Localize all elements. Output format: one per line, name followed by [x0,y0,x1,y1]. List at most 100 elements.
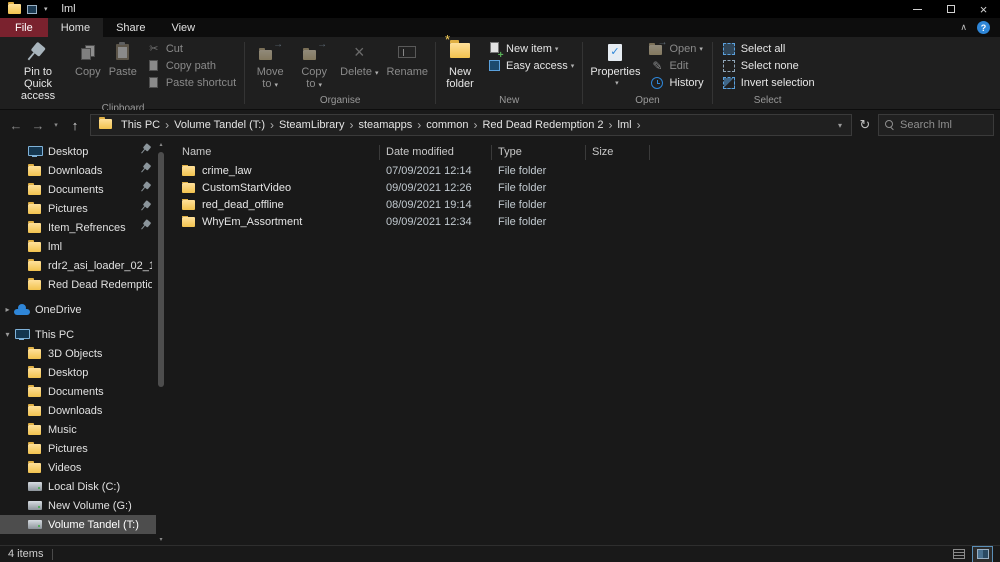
sidebar-item-pc-documents[interactable]: Documents [0,382,156,401]
folder-icon [182,166,195,176]
history-button[interactable]: History [644,74,708,91]
sidebar-item-desktop[interactable]: Desktop [0,142,156,161]
rename-button[interactable]: Rename [383,37,431,78]
expand-chevron-icon[interactable]: ▸ [2,305,13,314]
sidebar-item-lml[interactable]: lml [0,237,156,256]
new-folder-label: New folder [443,66,477,90]
breadcrumb-common[interactable]: common [421,119,473,131]
column-header-name[interactable]: Name [166,145,380,160]
sidebar-item-label: lml [48,241,152,253]
copy-to-button[interactable]: → Copy to▾ [293,37,335,92]
sidebar-item-red-dead-redemption-2[interactable]: Red Dead Redemption 2 [0,275,156,294]
back-button[interactable]: ← [6,114,26,136]
file-type: File folder [492,165,586,177]
group-label-organise: Organise [248,94,432,109]
breadcrumb-steamapps[interactable]: steamapps [353,119,417,131]
invert-selection-button[interactable]: Invert selection [716,74,820,91]
sidebar-item-pc-downloads[interactable]: Downloads [0,401,156,420]
sidebar-item-pictures[interactable]: Pictures [0,199,156,218]
refresh-button[interactable]: ↻ [854,114,876,136]
pin-to-quick-access-button[interactable]: Pin to Quick access [6,37,70,102]
recent-locations-chevron-icon[interactable]: ▾ [50,114,62,136]
new-folder-button[interactable]: * New folder [440,37,480,90]
qat-customize-chevron-icon[interactable]: ▾ [44,5,48,13]
tab-home[interactable]: Home [48,18,103,37]
sidebar-item-pc-desktop[interactable]: Desktop [0,363,156,382]
properties-button[interactable]: ✓ Properties ▾ [587,37,643,90]
column-header-date-modified[interactable]: Date modified [380,145,492,160]
breadcrumb-red-dead-redemption-2[interactable]: Red Dead Redemption 2 [477,119,608,131]
collapse-ribbon-icon[interactable]: ∧ [960,22,967,33]
copy-to-icon: → [303,44,325,60]
minimize-button[interactable] [901,0,934,18]
chevron-down-icon: ▾ [571,62,575,70]
qat-window-icon[interactable] [27,5,37,14]
breadcrumb-this-pc[interactable]: This PC [116,119,165,131]
ribbon-group-open: ✓ Properties ▾ → Open ▾ ✎ Edit [584,37,710,109]
file-row-crime-law[interactable]: crime_law 07/09/2021 12:14 File folder [166,162,1000,179]
easy-access-button[interactable]: Easy access ▾ [481,57,579,74]
cut-button[interactable]: ✂ Cut [141,40,241,57]
folder-icon [28,185,41,195]
sidebar-item-documents[interactable]: Documents [0,180,156,199]
sidebar-item-label: rdr2_asi_loader_02_1 [48,260,152,272]
file-row-whyem-assortment[interactable]: WhyEm_Assortment 09/09/2021 12:34 File f… [166,213,1000,230]
ribbon-corner-controls: ∧ ? [960,18,1000,37]
sidebar-item-downloads[interactable]: Downloads [0,161,156,180]
close-button[interactable]: × [967,0,1000,18]
large-icons-view-button[interactable] [973,547,992,562]
address-box[interactable]: This PC › Volume Tandel (T:) › SteamLibr… [90,114,852,136]
scrollbar-thumb[interactable] [158,152,164,387]
open-button[interactable]: → Open ▾ [644,40,708,57]
select-none-button[interactable]: Select none [716,57,820,74]
sidebar-item-local-disk-c[interactable]: Local Disk (C:) [0,477,156,496]
scroll-up-icon[interactable]: ▴ [159,140,162,150]
delete-button[interactable]: × Delete▾ [337,37,381,80]
forward-button[interactable]: → [28,114,48,136]
sidebar-item-this-pc[interactable]: ▾ This PC [0,325,156,344]
sidebar-item-network[interactable]: ▸ Network [0,540,156,545]
copy-button[interactable]: Copy [72,37,104,78]
address-dropdown-chevron-icon[interactable]: ▾ [835,121,845,130]
paste-shortcut-button[interactable]: Paste shortcut [141,74,241,91]
file-name: WhyEm_Assortment [202,216,302,228]
breadcrumb-steamlibrary[interactable]: SteamLibrary [274,119,349,131]
file-row-customstartvideo[interactable]: CustomStartVideo 09/09/2021 12:26 File f… [166,179,1000,196]
scroll-down-icon[interactable]: ▾ [159,535,162,545]
collapse-chevron-icon[interactable]: ▾ [2,330,13,339]
new-item-button[interactable]: + New item ▾ [481,40,579,57]
column-header-size[interactable]: Size [586,145,650,160]
breadcrumb-volume-tandel[interactable]: Volume Tandel (T:) [169,119,270,131]
sidebar-item-videos[interactable]: Videos [0,458,156,477]
search-input[interactable] [900,119,987,131]
sidebar-item-rdr2-asi-loader[interactable]: rdr2_asi_loader_02_1 [0,256,156,275]
sidebar-item-onedrive[interactable]: ▸ OneDrive [0,300,156,319]
folder-icon [28,349,41,359]
edit-button[interactable]: ✎ Edit [644,57,708,74]
sidebar-item-label: Desktop [48,146,137,158]
file-row-red-dead-offline[interactable]: red_dead_offline 08/09/2021 19:14 File f… [166,196,1000,213]
paste-button[interactable]: Paste [106,37,140,78]
breadcrumb-lml[interactable]: lml [613,119,637,131]
up-button[interactable]: ↑ [64,114,86,136]
tab-view[interactable]: View [158,18,208,37]
paste-label: Paste [109,66,137,78]
copy-path-button[interactable]: Copy path [141,57,241,74]
sidebar-item-new-volume-g[interactable]: New Volume (G:) [0,496,156,515]
sidebar-item-music[interactable]: Music [0,420,156,439]
breadcrumb-chevron-icon[interactable]: › [637,118,641,132]
sidebar-item-volume-tandel-t[interactable]: Volume Tandel (T:) [0,515,156,534]
tab-file[interactable]: File [0,18,48,37]
maximize-button[interactable] [934,0,967,18]
sidebar-scrollbar[interactable]: ▴ ▾ [156,140,166,545]
help-icon[interactable]: ? [977,21,990,34]
select-all-button[interactable]: Select all [716,40,820,57]
tab-share[interactable]: Share [103,18,158,37]
sidebar-item-pc-pictures[interactable]: Pictures [0,439,156,458]
details-view-button[interactable] [949,547,968,562]
move-to-button[interactable]: → Move to▾ [249,37,291,92]
column-header-type[interactable]: Type [492,145,586,160]
sidebar-item-3d-objects[interactable]: 3D Objects [0,344,156,363]
drive-icon [28,520,42,529]
sidebar-item-item-refrences[interactable]: Item_Refrences [0,218,156,237]
